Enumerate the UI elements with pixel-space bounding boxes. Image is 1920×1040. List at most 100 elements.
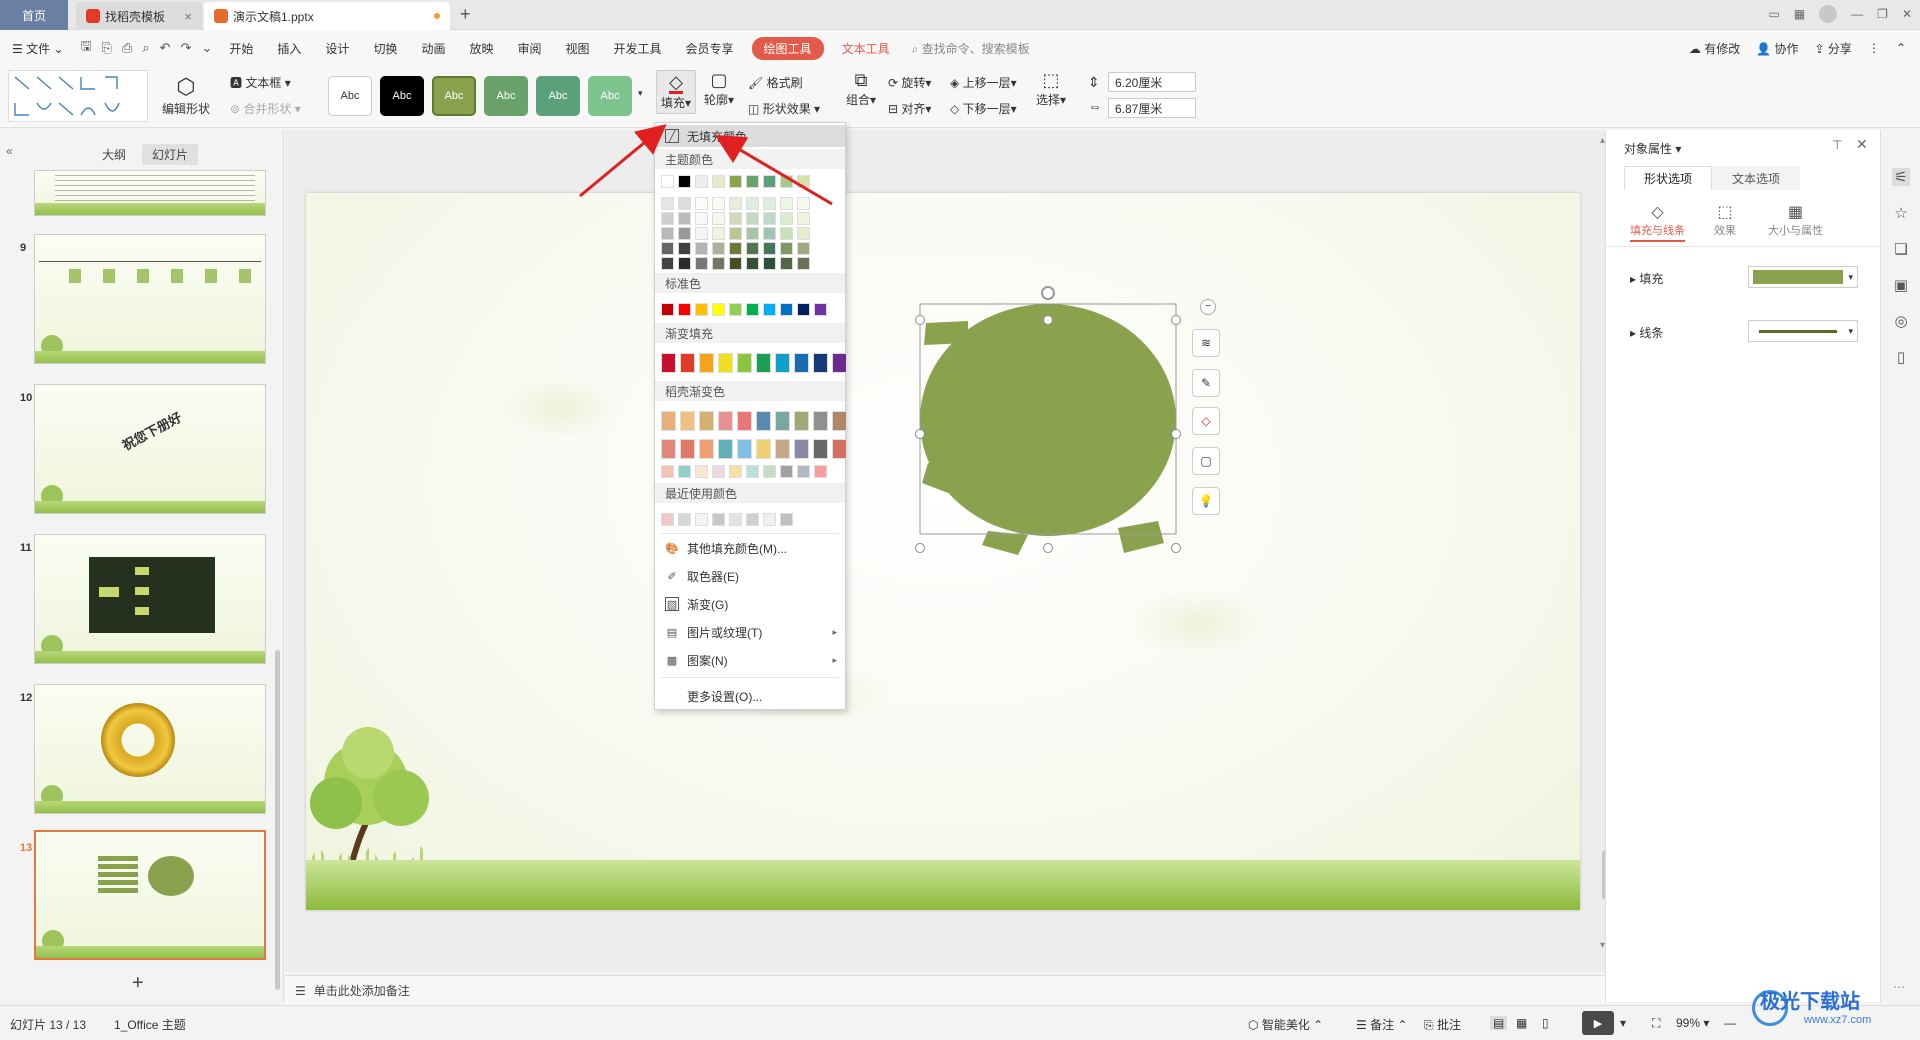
select-button[interactable]: ⬚ 选择▾	[1036, 70, 1066, 108]
avatar[interactable]	[1819, 5, 1838, 23]
more-options-icon[interactable]: ⋮	[1868, 41, 1880, 55]
sub-tab-effect[interactable]: ⬚ 效果	[1714, 202, 1736, 238]
properties-icon[interactable]: ⚟	[1892, 168, 1910, 186]
menu-review[interactable]: 审阅	[505, 40, 553, 57]
theme-name[interactable]: 1_Office 主题	[114, 1016, 186, 1033]
slide-thumb-13[interactable]	[34, 830, 266, 960]
color-swatch[interactable]	[695, 242, 708, 255]
zoom-level[interactable]: 99% ▾	[1676, 1016, 1709, 1030]
color-swatch[interactable]	[780, 257, 793, 270]
outline-button[interactable]: ▢ 轮廓▾	[704, 70, 734, 108]
color-swatch[interactable]	[695, 227, 708, 240]
fill-button[interactable]: ◇ 填充▾	[656, 70, 697, 114]
resize-handle[interactable]	[1043, 543, 1053, 553]
book-icon[interactable]: ▯	[1892, 348, 1910, 366]
height-input[interactable]: 6.20厘米	[1108, 72, 1196, 92]
export-icon[interactable]: ⎘	[97, 40, 117, 56]
color-swatch[interactable]	[794, 353, 809, 373]
pen-icon[interactable]: ✎	[1192, 369, 1220, 397]
color-swatch[interactable]	[680, 353, 695, 373]
color-swatch[interactable]	[763, 303, 776, 316]
collapse-panel-icon[interactable]: «	[6, 144, 13, 158]
sorter-view-icon[interactable]: ▦	[1516, 1016, 1527, 1030]
tab-document[interactable]: 演示文稿1.pptx	[204, 2, 450, 30]
print-icon[interactable]: ⎙	[117, 40, 137, 56]
color-swatch[interactable]	[661, 227, 674, 240]
command-search[interactable]: ⌕ 查找命令、搜索模板	[912, 40, 1030, 57]
gradient-item[interactable]: ▧ 渐变(G)	[655, 593, 845, 615]
color-swatch[interactable]	[695, 303, 708, 316]
shape-effect-button[interactable]: ◫ 形状效果 ▾	[748, 100, 820, 117]
slide-thumb-12[interactable]	[34, 684, 266, 814]
selected-ellipse-shape[interactable]	[918, 283, 1208, 563]
width-input[interactable]: 6.87厘米	[1108, 98, 1196, 118]
color-swatch[interactable]	[780, 513, 793, 526]
color-swatch[interactable]	[729, 257, 742, 270]
map-icon[interactable]: ◎	[1892, 312, 1910, 330]
color-swatch[interactable]	[813, 353, 828, 373]
share-button[interactable]: ⇪ 分享	[1815, 40, 1852, 57]
color-swatch[interactable]	[678, 257, 691, 270]
color-swatch[interactable]	[763, 227, 776, 240]
save-icon[interactable]: 🖫	[76, 37, 97, 59]
sub-tab-fill-line[interactable]: ◇ 填充与线条	[1630, 202, 1685, 242]
color-swatch[interactable]	[746, 303, 759, 316]
color-swatch[interactable]	[797, 303, 810, 316]
color-swatch[interactable]	[699, 439, 714, 459]
slide-canvas[interactable]: − ≋ ✎ ◇ ▢ 💡	[306, 193, 1580, 910]
color-swatch[interactable]	[680, 439, 695, 459]
color-swatch[interactable]	[797, 465, 810, 478]
add-slide-button[interactable]: +	[132, 972, 144, 995]
color-swatch[interactable]	[718, 411, 733, 431]
zoom-out-icon[interactable]: —	[1724, 1016, 1736, 1030]
format-painter-button[interactable]: 🖌 格式刷	[748, 74, 803, 91]
resize-handle[interactable]	[1171, 315, 1181, 325]
color-swatch[interactable]	[737, 411, 752, 431]
close-window-icon[interactable]: ✕	[1902, 7, 1912, 21]
menu-animation[interactable]: 动画	[409, 40, 457, 57]
color-swatch[interactable]	[712, 227, 725, 240]
lightbulb-icon[interactable]: 💡	[1192, 487, 1220, 515]
color-swatch[interactable]	[780, 242, 793, 255]
color-swatch[interactable]	[661, 465, 674, 478]
color-swatch[interactable]	[746, 227, 759, 240]
color-swatch[interactable]	[763, 513, 776, 526]
color-swatch[interactable]	[780, 465, 793, 478]
fill-bucket-float-icon[interactable]: ◇	[1192, 407, 1220, 435]
style-green[interactable]: Abc	[484, 76, 528, 116]
slide-thumb-11[interactable]	[34, 534, 266, 664]
color-swatch[interactable]	[661, 353, 676, 373]
tab-shape-options[interactable]: 形状选项	[1624, 166, 1712, 190]
color-swatch[interactable]	[794, 411, 809, 431]
resize-handle[interactable]	[1171, 429, 1181, 439]
resize-handle[interactable]	[915, 543, 925, 553]
color-swatch[interactable]	[814, 465, 827, 478]
play-options-icon[interactable]: ▾	[1620, 1016, 1626, 1030]
color-swatch[interactable]	[661, 303, 674, 316]
color-swatch[interactable]	[775, 353, 790, 373]
layers-icon[interactable]: ≋	[1192, 329, 1220, 357]
slide-thumb-8[interactable]	[34, 170, 266, 216]
minimize-icon[interactable]: —	[1851, 7, 1863, 21]
outline-float-icon[interactable]: ▢	[1192, 447, 1220, 475]
menu-drawing-tools[interactable]: 绘图工具	[751, 36, 824, 60]
menu-design[interactable]: 设计	[313, 40, 361, 57]
color-swatch[interactable]	[746, 242, 759, 255]
style-black[interactable]: Abc	[380, 76, 424, 116]
color-swatch[interactable]	[814, 303, 827, 316]
line-style-select[interactable]: ▾	[1748, 320, 1858, 342]
color-swatch[interactable]	[712, 257, 725, 270]
color-swatch[interactable]	[813, 439, 828, 459]
style-mint[interactable]: Abc	[588, 76, 632, 116]
color-swatch[interactable]	[797, 227, 810, 240]
rotate-button[interactable]: ⟳ 旋转 ▾	[888, 74, 931, 91]
rotate-handle[interactable]	[1041, 286, 1055, 300]
color-swatch[interactable]	[718, 353, 733, 373]
color-swatch[interactable]	[729, 513, 742, 526]
color-swatch[interactable]	[729, 303, 742, 316]
eyedropper-item[interactable]: ✐ 取色器(E)	[655, 565, 845, 587]
color-swatch[interactable]	[661, 439, 676, 459]
normal-view-icon[interactable]: ▤	[1490, 1016, 1508, 1030]
color-swatch[interactable]	[699, 353, 714, 373]
tab-template[interactable]: 找稻壳模板 ×	[76, 2, 202, 30]
